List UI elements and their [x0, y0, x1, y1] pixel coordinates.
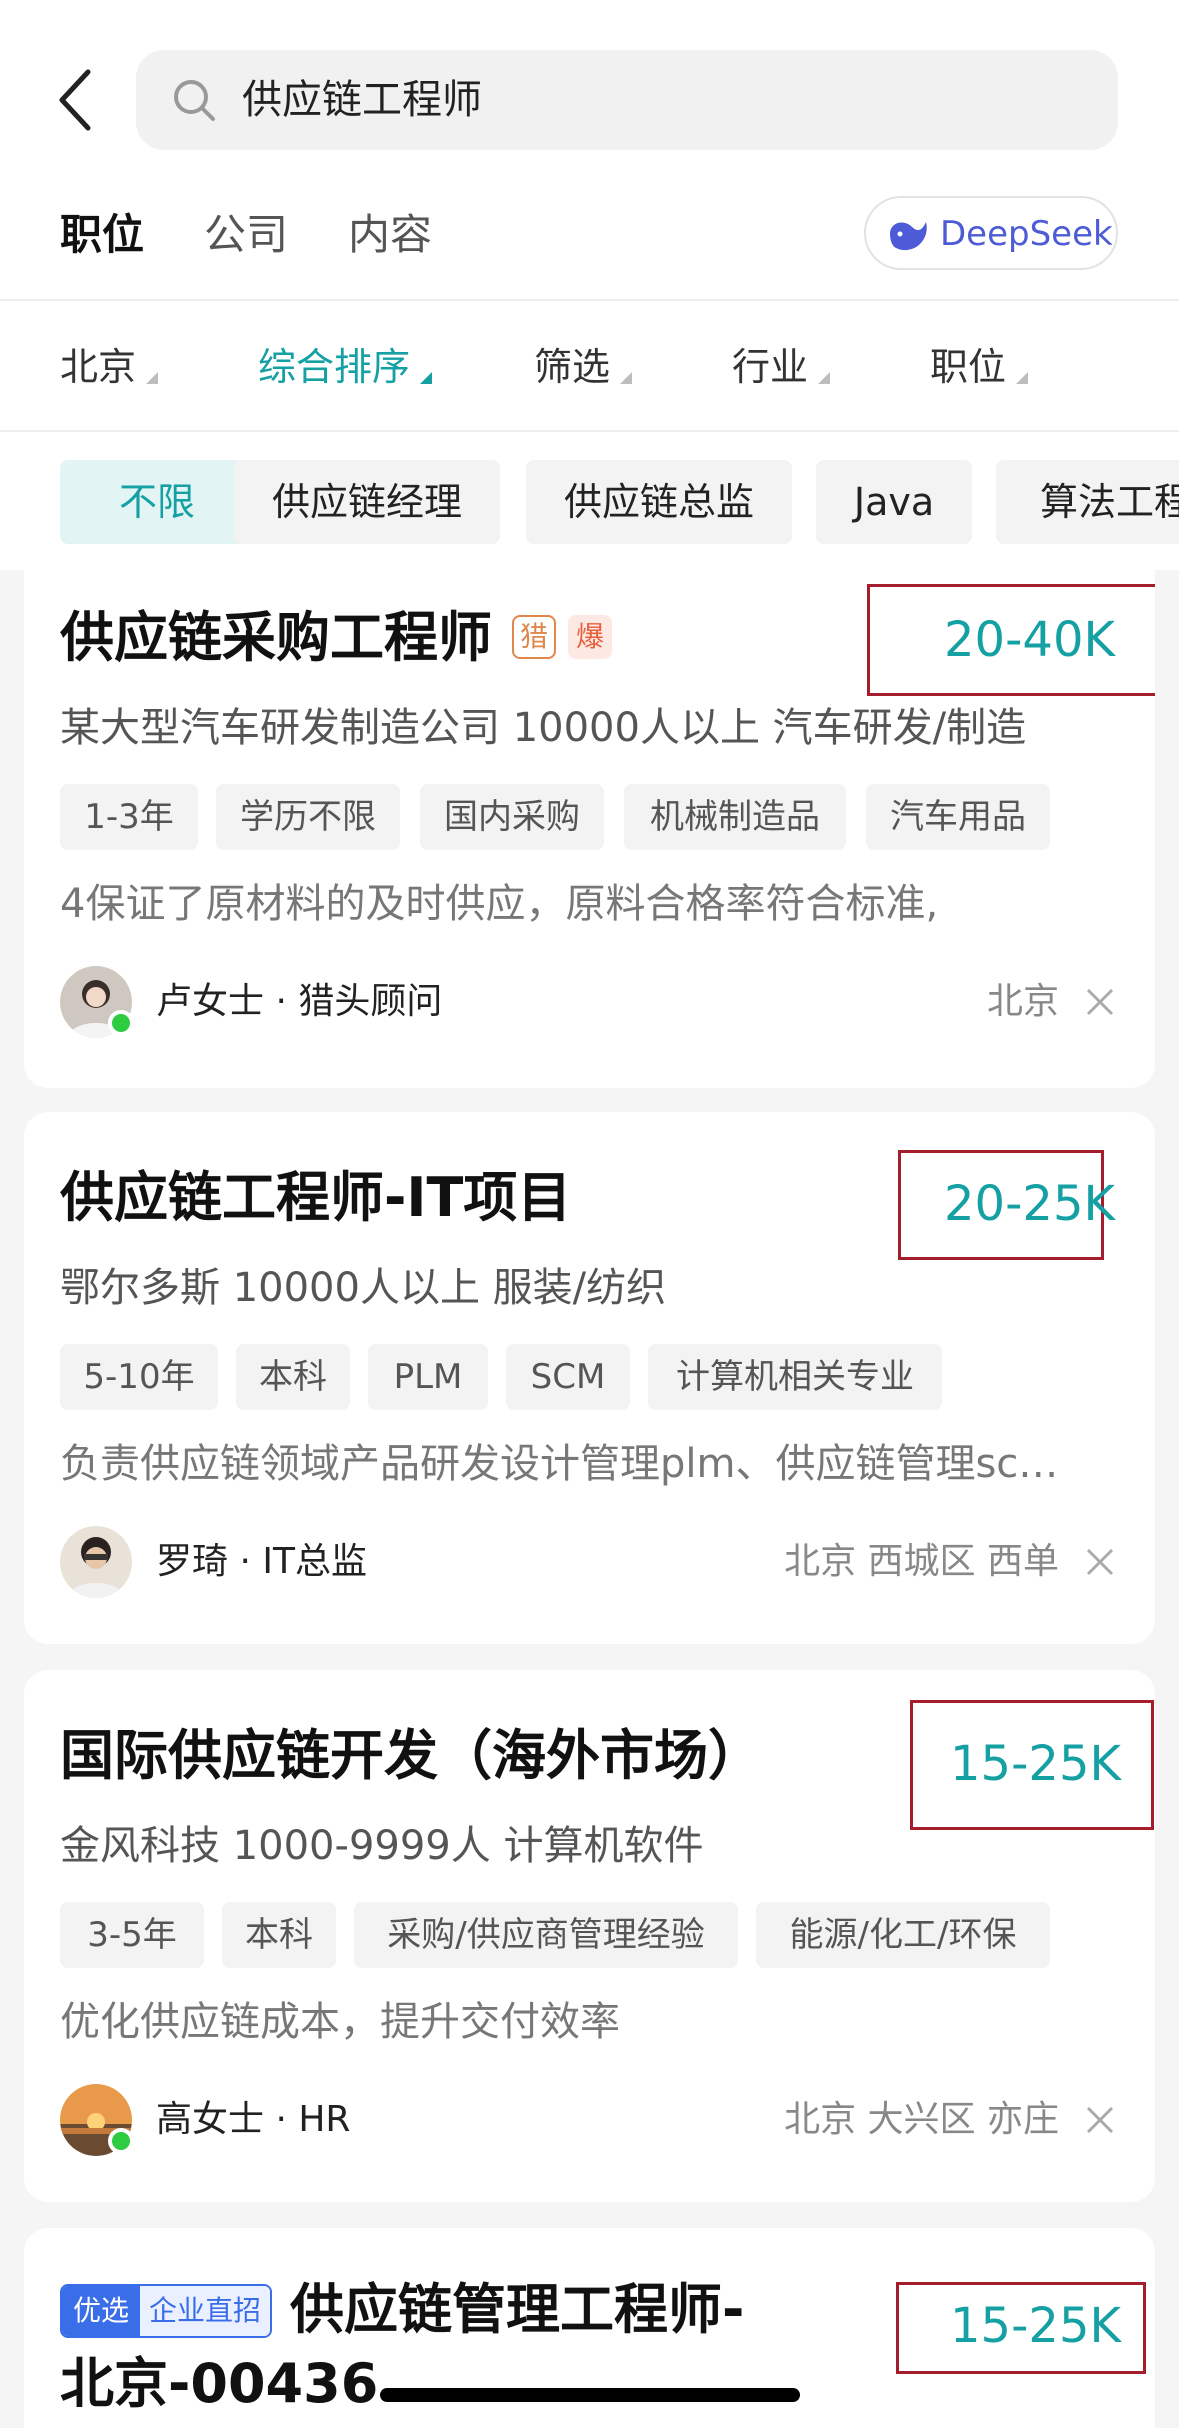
hot-badge: 爆	[568, 615, 612, 659]
job-title: 供应链工程师-IT项目	[60, 1166, 572, 1229]
job-title: 国际供应链开发（海外市场）	[60, 1724, 762, 1787]
tab-jobs[interactable]: 职位	[60, 200, 144, 270]
divider	[0, 430, 1179, 432]
filter-position[interactable]: 职位	[930, 342, 1029, 392]
chip-algorithm-engineer[interactable]: 算法工程	[996, 460, 1179, 544]
job-card[interactable]: 供应链采购工程师猎爆 20-40K 某大型汽车研发制造公司 10000人以上 汽…	[24, 570, 1155, 1088]
filter-sort[interactable]: 综合排序	[258, 342, 433, 392]
job-tag: 机械制造品	[624, 784, 846, 850]
job-description: 优化供应链成本，提升交付效率	[60, 1999, 620, 2045]
job-tag: 本科	[236, 1344, 350, 1410]
search-input[interactable]: 供应链工程师	[136, 50, 1118, 150]
online-status-dot	[108, 2128, 134, 2154]
search-query: 供应链工程师	[242, 77, 482, 123]
deepseek-label: DeepSeek	[940, 214, 1113, 254]
dropdown-triangle-icon	[420, 372, 433, 384]
filter-screen[interactable]: 筛选	[534, 342, 633, 392]
job-tag: 学历不限	[216, 784, 400, 850]
back-button[interactable]	[48, 60, 104, 140]
home-indicator	[380, 2388, 800, 2402]
online-status-dot	[108, 1010, 134, 1036]
tab-companies[interactable]: 公司	[204, 200, 288, 270]
job-card[interactable]: 供应链工程师-IT项目 20-25K 鄂尔多斯 10000人以上 服装/纺织 5…	[24, 1112, 1155, 1644]
chevron-left-icon	[59, 69, 91, 131]
job-tag: 采购/供应商管理经验	[354, 1902, 738, 1968]
job-tag: SCM	[506, 1344, 630, 1410]
filter-industry[interactable]: 行业	[732, 342, 831, 392]
divider	[0, 299, 1179, 301]
filter-bar: 北京 综合排序 筛选 行业 职位	[0, 302, 1179, 430]
chip-unlimited[interactable]: 不限	[60, 460, 254, 544]
job-description: 4保证了原材料的及时供应，原料合格率符合标准,	[60, 881, 939, 927]
job-title: 供应链采购工程师猎爆	[60, 602, 612, 674]
chip-supply-chain-director[interactable]: 供应链总监	[526, 460, 792, 544]
recruiter-info: 罗琦 · IT总监	[156, 1541, 367, 1582]
premium-direct-hire-badge: 优选 企业直招	[60, 2284, 272, 2338]
deepseek-button[interactable]: DeepSeek	[864, 196, 1118, 270]
job-tag: 3-5年	[60, 1902, 204, 1968]
job-tag: 5-10年	[60, 1344, 218, 1410]
job-title: 供应链管理工程师-	[290, 2278, 745, 2341]
dropdown-triangle-icon	[1016, 372, 1029, 384]
salary: 20-25K	[944, 1176, 1115, 1232]
recruiter-info: 卢女士 · 猎头顾问	[156, 981, 443, 1022]
company-info: 金风科技 1000-9999人 计算机软件	[60, 1823, 704, 1869]
job-tag: PLM	[368, 1344, 488, 1410]
job-tag: 国内采购	[420, 784, 604, 850]
tab-content[interactable]: 内容	[348, 200, 432, 270]
close-icon[interactable]	[1084, 1546, 1116, 1578]
job-title-continued: 北京-00436	[60, 2352, 379, 2415]
search-icon	[174, 80, 215, 121]
dropdown-triangle-icon	[818, 372, 831, 384]
keyword-chips: 不限 供应链经理 供应链总监 Java 算法工程	[0, 460, 1179, 544]
badge-direct-hire: 企业直招	[140, 2286, 270, 2336]
filter-city[interactable]: 北京	[60, 342, 159, 392]
close-icon[interactable]	[1084, 986, 1116, 1018]
chip-java[interactable]: Java	[816, 460, 972, 544]
deepseek-whale-icon	[890, 222, 927, 251]
search-header: 供应链工程师 职位 公司 内容 DeepSeek 北京 综合排序 筛选 行业 职…	[0, 0, 1179, 570]
recruiter-info: 高女士 · HR	[156, 2099, 351, 2140]
job-card[interactable]: 国际供应链开发（海外市场） 15-25K 金风科技 1000-9999人 计算机…	[24, 1670, 1155, 2202]
headhunter-badge: 猎	[512, 615, 556, 659]
job-tag: 1-3年	[60, 784, 198, 850]
badge-premium: 优选	[62, 2286, 140, 2336]
job-description: 负责供应链领域产品研发设计管理plm、供应链管理sc…	[60, 1441, 1059, 1487]
company-info: 某大型汽车研发制造公司 10000人以上 汽车研发/制造	[60, 705, 1027, 751]
avatar	[60, 1526, 132, 1598]
job-location: 北京	[986, 981, 1059, 1022]
job-tag: 计算机相关专业	[648, 1344, 942, 1410]
salary: 15-25K	[950, 1736, 1121, 1792]
salary: 15-25K	[950, 2298, 1121, 2354]
job-tag: 汽车用品	[866, 784, 1050, 850]
dropdown-triangle-icon	[146, 372, 159, 384]
close-icon[interactable]	[1084, 2104, 1116, 2136]
job-tag: 本科	[222, 1902, 336, 1968]
company-info: 鄂尔多斯 10000人以上 服装/纺织	[60, 1265, 667, 1311]
job-location: 北京 西城区 西单	[784, 1541, 1059, 1582]
job-tag: 能源/化工/环保	[756, 1902, 1050, 1968]
chip-supply-chain-manager[interactable]: 供应链经理	[234, 460, 500, 544]
dropdown-triangle-icon	[620, 372, 633, 384]
salary: 20-40K	[944, 612, 1115, 668]
job-location: 北京 大兴区 亦庄	[784, 2099, 1059, 2140]
